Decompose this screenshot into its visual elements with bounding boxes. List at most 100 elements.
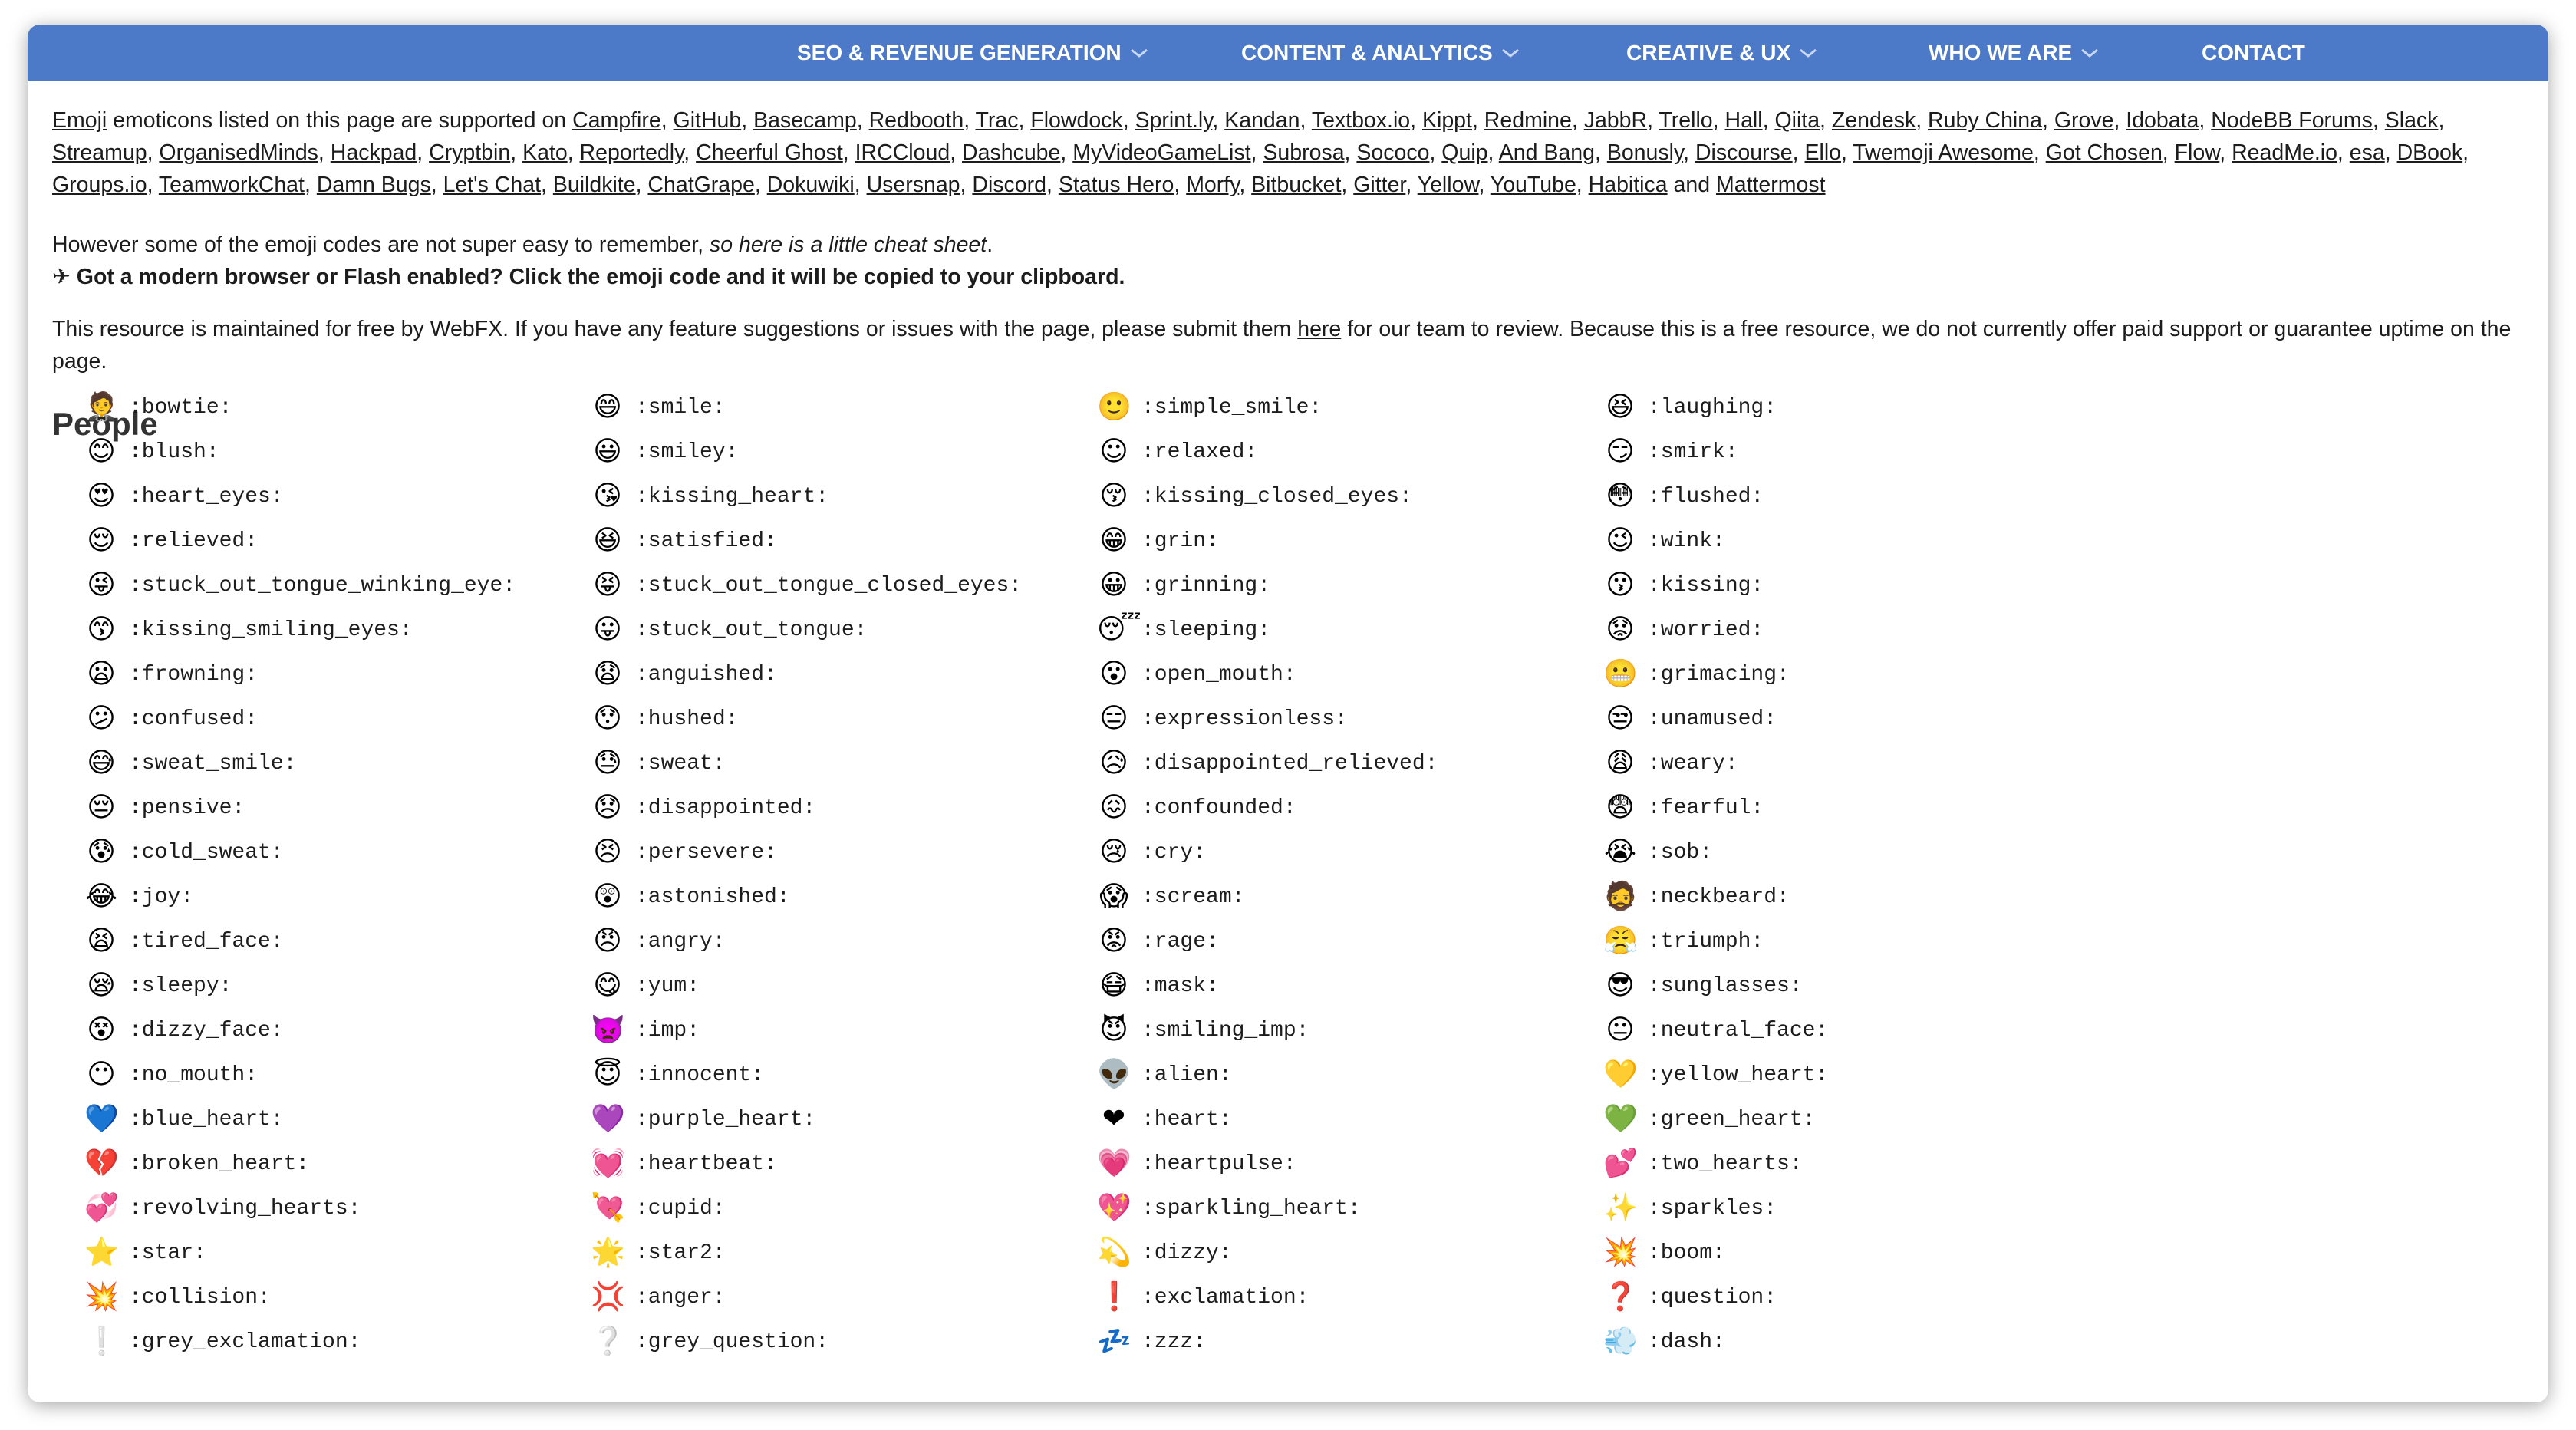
service-link[interactable]: Sococo: [1356, 140, 1429, 165]
service-link[interactable]: Reportedly: [580, 140, 684, 165]
emoji-code[interactable]: :smiling_imp:: [1141, 1019, 1309, 1043]
service-link[interactable]: Qiita: [1774, 108, 1820, 133]
service-link[interactable]: Ello: [1805, 140, 1842, 165]
emoji-entry[interactable]: 😥:disappointed_relieved:: [1097, 741, 1603, 786]
emoji-entry[interactable]: 😫:tired_face:: [84, 919, 591, 964]
emoji-entry[interactable]: 😰:cold_sweat:: [84, 830, 591, 875]
emoji-entry[interactable]: 💕:two_hearts:: [1603, 1142, 2110, 1186]
emoji-code[interactable]: :angry:: [635, 930, 726, 954]
emoji-code[interactable]: :question:: [1648, 1286, 1777, 1310]
emoji-entry[interactable]: ⭐:star:: [84, 1231, 591, 1275]
emoji-code[interactable]: :joy:: [129, 885, 193, 909]
service-link[interactable]: Hall: [1724, 108, 1762, 133]
emoji-code[interactable]: :sparkles:: [1648, 1197, 1777, 1221]
emoji-code[interactable]: :heart:: [1141, 1108, 1232, 1132]
emoji-code[interactable]: :dash:: [1648, 1330, 1725, 1354]
emoji-code[interactable]: :anguished:: [635, 663, 777, 687]
emoji-code[interactable]: :sweat:: [635, 752, 726, 776]
service-link[interactable]: Got Chosen: [2046, 140, 2163, 165]
emoji-code[interactable]: :cry:: [1141, 841, 1206, 865]
emoji-code[interactable]: :grey_exclamation:: [129, 1330, 361, 1354]
emoji-code[interactable]: :yum:: [635, 974, 700, 998]
service-link[interactable]: Habitica: [1589, 173, 1668, 197]
emoji-entry[interactable]: 😝:stuck_out_tongue_closed_eyes:: [591, 563, 1097, 608]
emoji-entry[interactable]: 😷:mask:: [1097, 964, 1603, 1008]
emoji-code[interactable]: :satisfied:: [635, 529, 777, 553]
service-link[interactable]: Hackpad: [331, 140, 417, 165]
emoji-entry[interactable]: 😤:triumph:: [1603, 919, 2110, 964]
service-link[interactable]: Idobata: [2126, 108, 2199, 133]
service-link[interactable]: Buildkite: [553, 173, 636, 197]
service-link[interactable]: Grove: [2054, 108, 2114, 133]
emoji-entry[interactable]: 😲:astonished:: [591, 875, 1097, 919]
emoji-entry[interactable]: 💗:heartpulse:: [1097, 1142, 1603, 1186]
emoji-code[interactable]: :relieved:: [129, 529, 258, 553]
emoji-entry[interactable]: ❤:heart:: [1097, 1097, 1603, 1142]
emoji-code[interactable]: :rage:: [1141, 930, 1219, 954]
emoji-entry[interactable]: 😚:kissing_closed_eyes:: [1097, 474, 1603, 519]
service-link[interactable]: JabbR: [1584, 108, 1647, 133]
emoji-code[interactable]: :kissing_heart:: [635, 485, 828, 509]
service-link[interactable]: Dashcube: [962, 140, 1060, 165]
emoji-code[interactable]: :wink:: [1648, 529, 1725, 553]
service-link[interactable]: Flow: [2175, 140, 2220, 165]
emoji-code[interactable]: :collision:: [129, 1286, 271, 1310]
service-link[interactable]: And Bang: [1499, 140, 1595, 165]
emoji-code[interactable]: :open_mouth:: [1141, 663, 1296, 687]
service-link[interactable]: Slack: [2385, 108, 2439, 133]
emoji-entry[interactable]: ❕:grey_exclamation:: [84, 1320, 591, 1364]
emoji-code[interactable]: :heart_eyes:: [129, 485, 284, 509]
emoji-code[interactable]: :grey_question:: [635, 1330, 828, 1354]
service-link[interactable]: Flowdock: [1030, 108, 1122, 133]
service-link[interactable]: Zendesk: [1832, 108, 1916, 133]
emoji-code[interactable]: :boom:: [1648, 1241, 1725, 1265]
emoji-code[interactable]: :imp:: [635, 1019, 700, 1043]
emoji-code[interactable]: :yellow_heart:: [1648, 1063, 1828, 1087]
service-link[interactable]: Mattermost: [1716, 173, 1826, 197]
emoji-code[interactable]: :broken_heart:: [129, 1152, 309, 1176]
emoji-entry[interactable]: 😣:persevere:: [591, 830, 1097, 875]
emoji-entry[interactable]: 😄:smile:: [591, 385, 1097, 430]
emoji-entry[interactable]: 🧔:neckbeard:: [1603, 875, 2110, 919]
emoji-entry[interactable]: 😜:stuck_out_tongue_winking_eye:: [84, 563, 591, 608]
nav-content-analytics[interactable]: CONTENT & ANALYTICS: [1241, 25, 1520, 81]
emoji-entry[interactable]: 😒:unamused:: [1603, 697, 2110, 741]
service-link[interactable]: OrganisedMinds: [159, 140, 318, 165]
service-link[interactable]: Subrosa: [1263, 140, 1344, 165]
emoji-entry[interactable]: ❔:grey_question:: [591, 1320, 1097, 1364]
emoji-entry[interactable]: 😯:hushed:: [591, 697, 1097, 741]
emoji-code[interactable]: :astonished:: [635, 885, 790, 909]
service-link[interactable]: MyVideoGameList: [1072, 140, 1250, 165]
emoji-code[interactable]: :expressionless:: [1141, 707, 1348, 731]
emoji-code[interactable]: :disappointed:: [635, 796, 815, 820]
emoji-code[interactable]: :flushed:: [1648, 485, 1764, 509]
service-link[interactable]: ReadMe.io: [2232, 140, 2337, 165]
service-link[interactable]: Dokuwiki: [767, 173, 855, 197]
emoji-entry[interactable]: 😦:frowning:: [84, 652, 591, 697]
emoji-entry[interactable]: 😈:smiling_imp:: [1097, 1008, 1603, 1053]
service-link[interactable]: Twemoji Awesome: [1853, 140, 2034, 165]
emoji-entry[interactable]: 😖:confounded:: [1097, 786, 1603, 830]
emoji-code[interactable]: :star2:: [635, 1241, 726, 1265]
emoji-code[interactable]: :star:: [129, 1241, 206, 1265]
emoji-entry[interactable]: ☺:relaxed:: [1097, 430, 1603, 474]
emoji-entry[interactable]: 😃:smiley:: [591, 430, 1097, 474]
emoji-code[interactable]: :triumph:: [1648, 930, 1764, 954]
emoji-code[interactable]: :sob:: [1648, 841, 1712, 865]
emoji-entry[interactable]: 😀:grinning:: [1097, 563, 1603, 608]
emoji-code[interactable]: :heartbeat:: [635, 1152, 777, 1176]
emoji-code[interactable]: :laughing:: [1648, 396, 1777, 420]
service-link[interactable]: Morfy: [1186, 173, 1239, 197]
emoji-entry[interactable]: 😋:yum:: [591, 964, 1097, 1008]
nav-seo-revenue[interactable]: SEO & REVENUE GENERATION: [797, 25, 1149, 81]
service-link[interactable]: Bitbucket: [1251, 173, 1341, 197]
emoji-code[interactable]: :frowning:: [129, 663, 258, 687]
service-link[interactable]: NodeBB Forums: [2211, 108, 2373, 133]
emoji-entry[interactable]: 😍:heart_eyes:: [84, 474, 591, 519]
emoji-entry[interactable]: ❗:exclamation:: [1097, 1275, 1603, 1320]
emoji-code[interactable]: :grinning:: [1141, 574, 1270, 598]
emoji-code[interactable]: :smiley:: [635, 440, 738, 464]
emoji-entry[interactable]: 😶:no_mouth:: [84, 1053, 591, 1097]
emoji-entry[interactable]: 💙:blue_heart:: [84, 1097, 591, 1142]
emoji-entry[interactable]: 😂:joy:: [84, 875, 591, 919]
